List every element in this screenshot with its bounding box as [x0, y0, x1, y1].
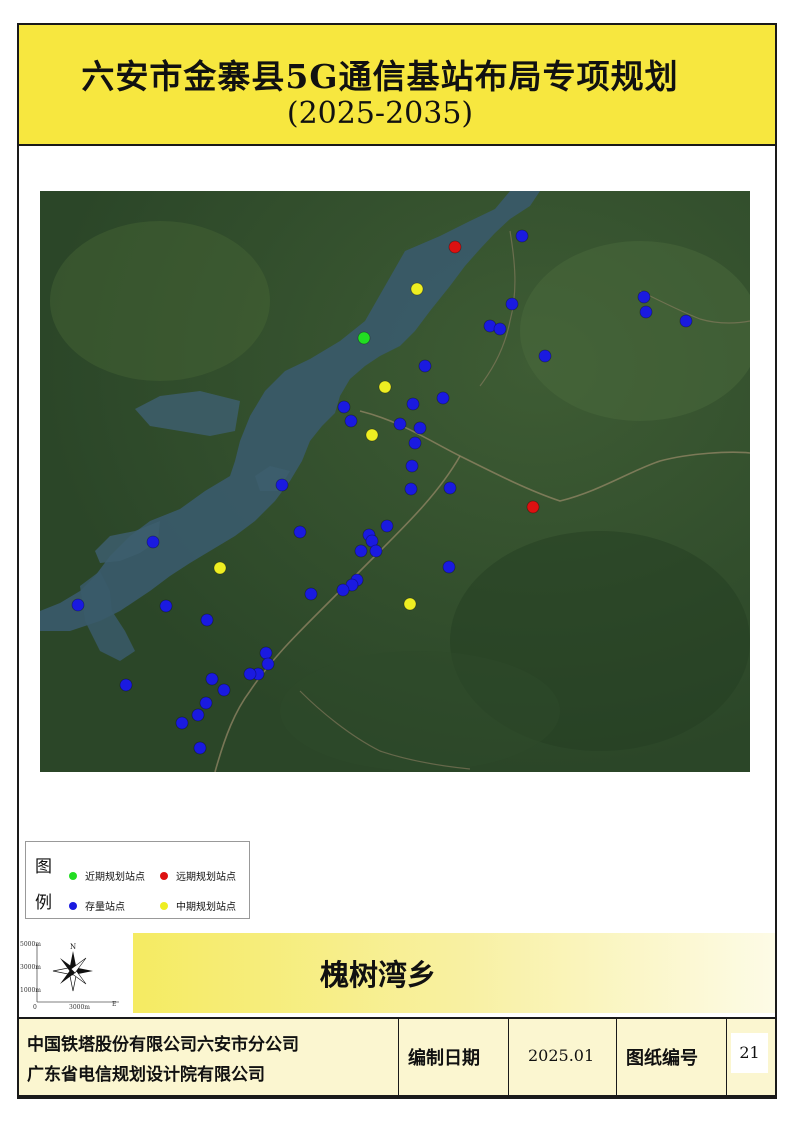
mid-term-site-marker[interactable]: [410, 282, 424, 296]
company-name-2: 广东省电信规划设计院有限公司: [27, 1065, 265, 1085]
existing-site-marker[interactable]: [443, 481, 457, 495]
existing-site-marker[interactable]: [679, 314, 693, 328]
sheet-label-cell: 图纸编号: [617, 1019, 727, 1095]
legend-item-mid-term: 中期规划站点: [160, 898, 236, 913]
sheet-label: 图纸编号: [626, 1048, 698, 1069]
legend-title-char-2: 例: [35, 893, 52, 913]
existing-site-marker[interactable]: [200, 613, 214, 627]
map-title: 六安市金寨县5G通信基站布局专项规划: [81, 57, 679, 96]
long-term-dot-icon: [160, 871, 168, 880]
village-name: 槐树湾乡: [319, 958, 436, 992]
legend: 图 例 近期规划站点 远期规划站点 存量站点 中期规划站点: [25, 841, 250, 919]
scale-y-label: 0: [33, 1004, 37, 1011]
existing-site-marker[interactable]: [637, 290, 651, 304]
scale-x-label: 3000m: [69, 1004, 90, 1011]
existing-site-marker[interactable]: [119, 678, 133, 692]
terrain-patch: [50, 221, 270, 381]
existing-site-marker[interactable]: [493, 322, 507, 336]
legend-label: 远期规划站点: [176, 872, 236, 883]
existing-site-marker[interactable]: [344, 414, 358, 428]
existing-site-marker[interactable]: [71, 598, 85, 612]
existing-site-marker[interactable]: [261, 657, 275, 671]
company-cell: 中国铁塔股份有限公司六安市分公司 广东省电信规划设计院有限公司: [19, 1019, 399, 1095]
mid-term-site-marker[interactable]: [365, 428, 379, 442]
date-value: 2025.01: [528, 1046, 595, 1065]
legend-title-char-1: 图: [35, 857, 52, 877]
existing-site-marker[interactable]: [413, 421, 427, 435]
compass-rose-icon: 5000m 3000m 1000m 0 3000m E N: [20, 941, 119, 1011]
compass-north-label: N: [70, 943, 76, 951]
existing-site-marker[interactable]: [418, 359, 432, 373]
existing-dot-icon: [69, 901, 77, 910]
info-footer: 中国铁塔股份有限公司六安市分公司 广东省电信规划设计院有限公司 编制日期 202…: [17, 1017, 777, 1097]
existing-site-marker[interactable]: [336, 583, 350, 597]
compass-scale-panel: 5000m 3000m 1000m 0 3000m E N: [19, 936, 130, 1012]
existing-site-marker[interactable]: [380, 519, 394, 533]
mid-term-dot-icon: [160, 901, 168, 910]
legend-label: 近期规划站点: [85, 872, 145, 883]
existing-site-marker[interactable]: [146, 535, 160, 549]
existing-site-marker[interactable]: [293, 525, 307, 539]
existing-site-marker[interactable]: [205, 672, 219, 686]
near-term-dot-icon: [69, 871, 77, 880]
existing-site-marker[interactable]: [538, 349, 552, 363]
sheet-number: 21: [731, 1033, 768, 1073]
mid-term-site-marker[interactable]: [403, 597, 417, 611]
existing-site-marker[interactable]: [354, 544, 368, 558]
existing-site-marker[interactable]: [175, 716, 189, 730]
legend-item-existing: 存量站点: [69, 898, 125, 913]
existing-site-marker[interactable]: [406, 397, 420, 411]
existing-site-marker[interactable]: [405, 459, 419, 473]
existing-site-marker[interactable]: [304, 587, 318, 601]
legend-item-long-term: 远期规划站点: [160, 868, 236, 883]
satellite-map[interactable]: [40, 191, 750, 772]
mid-term-site-marker[interactable]: [378, 380, 392, 394]
existing-site-marker[interactable]: [337, 400, 351, 414]
date-label: 编制日期: [408, 1048, 480, 1069]
existing-site-marker[interactable]: [159, 599, 173, 613]
legend-item-near-term: 近期规划站点: [69, 868, 145, 883]
existing-site-marker[interactable]: [408, 436, 422, 450]
existing-site-marker[interactable]: [259, 646, 273, 660]
existing-site-marker[interactable]: [515, 229, 529, 243]
existing-site-marker[interactable]: [191, 708, 205, 722]
terrain-patch: [520, 241, 750, 421]
existing-site-marker[interactable]: [193, 741, 207, 755]
compass-east-label: E: [112, 1001, 116, 1008]
existing-site-marker[interactable]: [369, 544, 383, 558]
existing-site-marker[interactable]: [436, 391, 450, 405]
date-label-cell: 编制日期: [399, 1019, 509, 1095]
scale-y-label: 5000m: [20, 941, 41, 948]
existing-site-marker[interactable]: [199, 696, 213, 710]
existing-site-marker[interactable]: [217, 683, 231, 697]
date-value-cell: 2025.01: [509, 1019, 617, 1095]
existing-site-marker[interactable]: [404, 482, 418, 496]
existing-site-marker[interactable]: [275, 478, 289, 492]
legend-label: 存量站点: [85, 902, 125, 913]
existing-site-marker[interactable]: [393, 417, 407, 431]
existing-site-marker[interactable]: [505, 297, 519, 311]
map-title-period: (2025-2035): [286, 96, 474, 131]
existing-site-marker[interactable]: [639, 305, 653, 319]
scale-y-label: 3000m: [20, 964, 41, 971]
legend-label: 中期规划站点: [176, 902, 236, 913]
long-term-site-marker[interactable]: [526, 500, 540, 514]
near-term-site-marker[interactable]: [357, 331, 371, 345]
company-name-1: 中国铁塔股份有限公司六安市分公司: [27, 1035, 299, 1055]
mid-term-site-marker[interactable]: [213, 561, 227, 575]
scale-y-label: 1000m: [20, 987, 41, 994]
existing-site-marker[interactable]: [243, 667, 257, 681]
map-canvas: [40, 191, 750, 772]
existing-site-marker[interactable]: [442, 560, 456, 574]
long-term-site-marker[interactable]: [448, 240, 462, 254]
